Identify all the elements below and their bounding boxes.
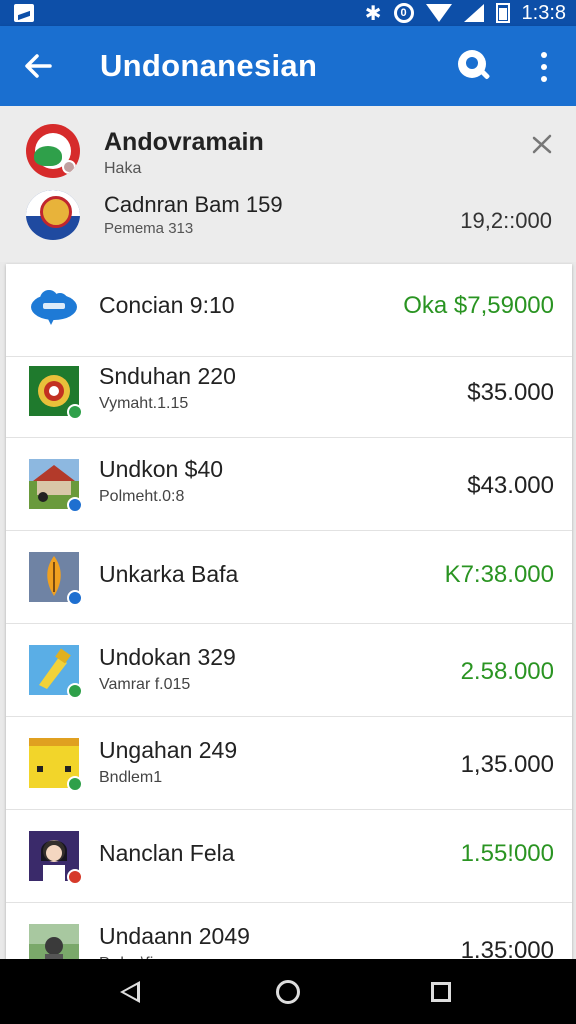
- item-amount: 2.58.000: [460, 658, 554, 685]
- house-icon: [29, 459, 83, 513]
- recents-square-icon[interactable]: [431, 982, 451, 1002]
- search-icon[interactable]: [456, 48, 492, 84]
- home-circle-icon[interactable]: [276, 980, 300, 1004]
- status-time: 1:3:8: [521, 1, 566, 24]
- item-sub: Bndlem1: [99, 769, 163, 786]
- badge-icon: [67, 497, 83, 513]
- status-bar: ✱ 0 1:3:8: [0, 0, 576, 26]
- item-amount: 1.55!000: [460, 840, 554, 867]
- header-balance: 19,2::000: [460, 208, 552, 233]
- item-title: Nanclan Fela: [99, 840, 235, 866]
- account-summary: [0, 106, 576, 262]
- item-title: Undaann 2049: [99, 923, 250, 949]
- item-amount: $35.000: [467, 379, 554, 406]
- item-title: Unkarka Bafa: [99, 561, 239, 587]
- bank-logo-icon: [26, 124, 80, 178]
- battery-icon: [495, 3, 510, 23]
- list-item[interactable]: Snduhan 220 Vymaht.1.15 $35.000: [6, 345, 572, 438]
- list-item[interactable]: Concian 9:10 Oka $7,59000: [6, 264, 572, 357]
- header-account-name[interactable]: Cadnran Bam 159: [104, 192, 283, 218]
- system-nav-bar: [0, 959, 576, 1024]
- emblem-icon: [29, 366, 83, 420]
- app-bar: Undonanesian: [0, 26, 576, 106]
- bluetooth-icon: ✱: [364, 2, 382, 25]
- item-amount: Oka $7,59000: [403, 292, 554, 319]
- portrait-icon: [29, 831, 83, 885]
- list-item[interactable]: Ungahan 249 Bndlem1 1,35.000: [6, 717, 572, 810]
- item-title: Undkon $40: [99, 456, 224, 482]
- wifi-icon: [425, 4, 452, 22]
- sync-icon: 0: [393, 3, 414, 23]
- signal-icon: [463, 4, 484, 22]
- account-logo-icon: [26, 190, 80, 240]
- list-item[interactable]: Unkarka Bafa K7:38.000: [6, 531, 572, 624]
- header-name: Andovramain: [104, 128, 264, 156]
- leaf-icon: [29, 552, 83, 606]
- list-item[interactable]: Undkon $40 Polmeht.0:8 $43.000: [6, 438, 572, 531]
- yellow-tile-icon: [29, 738, 83, 792]
- app-title: Undonanesian: [100, 48, 318, 83]
- badge-icon: [67, 404, 83, 420]
- item-amount: $43.000: [467, 472, 554, 499]
- list-item[interactable]: Nanclan Fela 1.55!000: [6, 810, 572, 903]
- list-item[interactable]: Undokan 329 Vamrar f.015 2.58.000: [6, 624, 572, 717]
- more-vert-icon[interactable]: [536, 52, 552, 82]
- list-item[interactable]: Undaann 2049 Prd_v\fi 1.35:000: [6, 903, 572, 964]
- item-title: Undokan 329: [99, 644, 236, 670]
- item-amount: 1,35.000: [460, 751, 554, 778]
- back-triangle-icon[interactable]: [120, 981, 140, 1003]
- item-sub: Vamrar f.015: [99, 676, 191, 693]
- notification-icon: [14, 4, 34, 22]
- item-title: Ungahan 249: [99, 737, 238, 763]
- badge-icon: [67, 869, 83, 885]
- badge-icon: [67, 590, 83, 606]
- tool-icon: [29, 645, 83, 699]
- header-account-sub: Pemema 313: [104, 220, 194, 237]
- badge-icon: [67, 683, 83, 699]
- back-arrow-icon[interactable]: [20, 48, 56, 84]
- dismiss-icon[interactable]: [530, 132, 554, 156]
- item-sub: Vymaht.1.15: [99, 395, 189, 412]
- transaction-list: Concian 9:10 Oka $7,59000 Snduhan 220 Vy…: [6, 264, 572, 964]
- item-title: Concian 9:10: [99, 292, 235, 318]
- status-icons: ✱ 0 1:3:8: [365, 0, 566, 26]
- item-title: Snduhan 220: [99, 363, 236, 389]
- item-sub: Polmeht.0:8: [99, 488, 185, 505]
- header-sub: Haka: [104, 160, 142, 177]
- item-amount: K7:38.000: [444, 561, 554, 588]
- landscape-icon: [29, 924, 79, 964]
- badge-icon: [67, 776, 83, 792]
- cloud-icon: [31, 290, 77, 325]
